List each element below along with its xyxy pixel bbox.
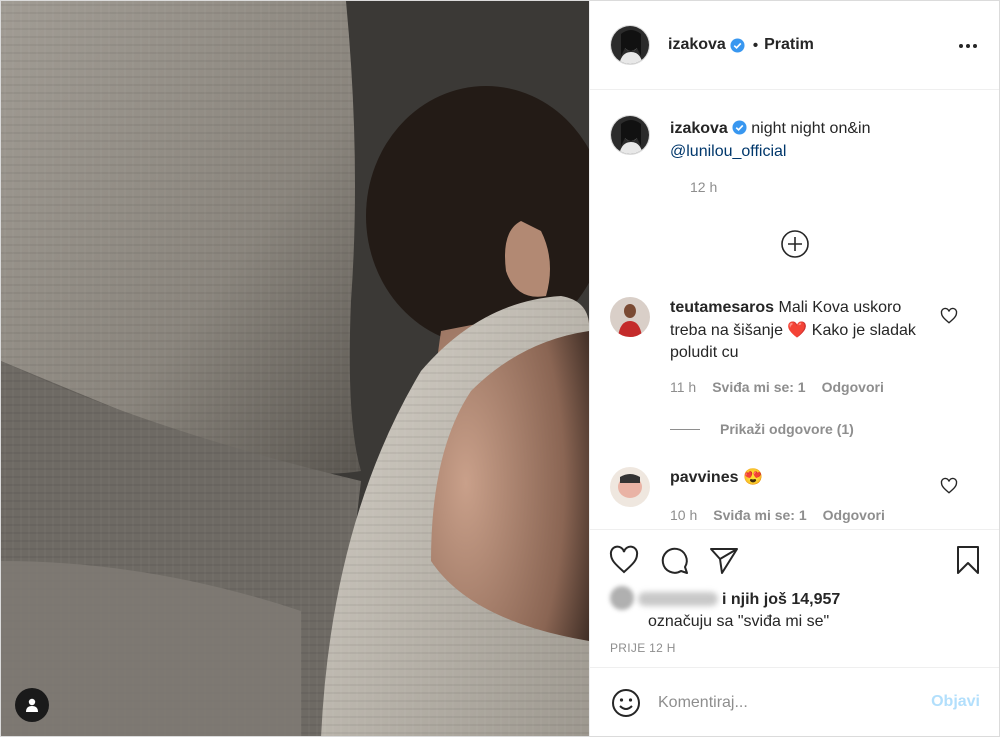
post-side-panel: izakova • Pratim izakova night night on&… [589, 1, 999, 736]
red-heart-emoji: ❤️ [787, 321, 808, 339]
commenter-avatar[interactable] [610, 467, 650, 507]
add-circle-icon[interactable] [780, 229, 810, 259]
comment-meta: 10 h Sviđa mi se: 1 Odgovori [670, 507, 885, 523]
liker-name[interactable] [638, 592, 718, 606]
author-username[interactable]: izakova [668, 36, 726, 54]
verified-icon [730, 37, 745, 53]
reply-button[interactable]: Odgovori [822, 379, 884, 395]
post-photo[interactable] [1, 1, 589, 736]
author-avatar[interactable] [610, 25, 650, 65]
following-button[interactable]: Pratim [764, 36, 814, 54]
instagram-post-modal: izakova • Pratim izakova night night on&… [0, 0, 1000, 737]
like-comment-heart-icon[interactable] [940, 477, 958, 495]
comment-input[interactable] [658, 694, 918, 712]
comment-item: pavvines 😍 10 h Sviđa mi se: 1 Odgovori [610, 467, 982, 527]
comment-username[interactable]: pavvines [670, 469, 738, 486]
more-icon [959, 44, 963, 48]
bookmark-icon[interactable] [952, 544, 984, 576]
caption-timestamp: 12 h [690, 179, 718, 195]
more-options-button[interactable] [956, 37, 980, 55]
verified-icon [732, 120, 747, 135]
caption-body: night night on&in [751, 120, 871, 137]
comment-time: 10 h [670, 507, 698, 523]
view-replies-button[interactable]: Prikaži odgovore (1) [670, 421, 854, 437]
heart-eyes-emoji: 😍 [742, 469, 763, 486]
comment-username[interactable]: teutamesaros [670, 299, 774, 316]
post-timestamp: PRIJE 12 H [610, 641, 676, 655]
heart-icon[interactable] [608, 544, 640, 576]
user-tag-icon [26, 698, 38, 712]
comment-icon[interactable] [658, 544, 690, 576]
post-comment-button[interactable]: Objavi [931, 693, 980, 711]
comment-time: 11 h [670, 379, 697, 395]
share-icon[interactable] [708, 544, 740, 576]
caption-username[interactable]: izakova [670, 120, 728, 137]
post-caption: izakova night night on&in @lunilou_offic… [610, 115, 980, 195]
comment-text: teutamesaros Mali Kova uskoro treba na š… [670, 299, 916, 361]
emoji-icon[interactable] [610, 687, 642, 719]
caption-avatar[interactable] [610, 115, 650, 155]
comment-likes[interactable]: Sviđa mi se: 1 [713, 507, 806, 523]
reply-button[interactable]: Odgovori [823, 507, 885, 523]
separator-dot: • [752, 36, 759, 54]
commenter-avatar[interactable] [610, 297, 650, 337]
likes-count[interactable]: i njih još 14,957 [722, 591, 840, 608]
likes-summary: i njih još 14,957 označuju sa "sviđa mi … [610, 586, 840, 633]
liker-avatar[interactable] [610, 586, 634, 610]
caption-mention-link[interactable]: @lunilou_official [670, 143, 786, 160]
comment-text: pavvines 😍 [670, 467, 940, 490]
post-header: izakova • Pratim [590, 1, 999, 90]
post-actions: i njih još 14,957 označuju sa "sviđa mi … [590, 529, 999, 667]
add-comment-form: Objavi [590, 667, 999, 736]
comment-likes[interactable]: Sviđa mi se: 1 [712, 379, 805, 395]
comment-item: teutamesaros Mali Kova uskoro treba na š… [610, 297, 982, 397]
user-tag-button[interactable] [15, 688, 49, 722]
baby-sleeping-image [1, 1, 589, 736]
caption-text: izakova night night on&in @lunilou_offic… [670, 117, 870, 163]
likes-suffix: označuju sa "sviđa mi se" [648, 613, 830, 630]
comment-meta: 11 h Sviđa mi se: 1 Odgovori [670, 379, 884, 395]
like-comment-heart-icon[interactable] [940, 307, 958, 325]
